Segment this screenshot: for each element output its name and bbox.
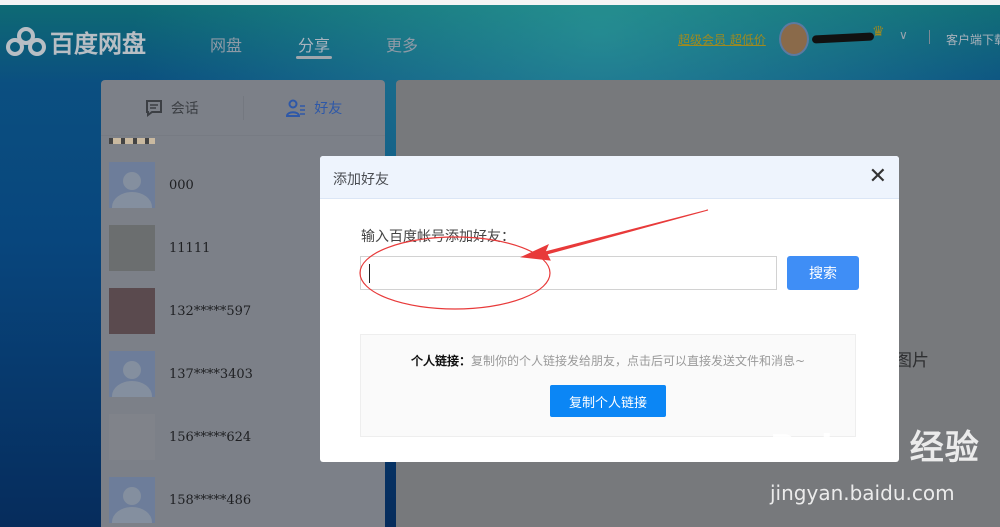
friend-item[interactable]: 000: [109, 162, 194, 208]
user-avatar[interactable]: [779, 22, 809, 56]
nav-share[interactable]: 分享: [298, 32, 330, 56]
friend-item[interactable]: 11111: [109, 225, 210, 271]
friend-name: 156*****624: [169, 429, 252, 445]
friend-item[interactable]: 158*****486: [109, 477, 251, 523]
copy-link-button[interactable]: 复制个人链接: [550, 385, 666, 417]
chevron-down-icon[interactable]: ∨: [899, 28, 908, 42]
default-avatar: [109, 351, 155, 397]
watermark-url: jingyan.baidu.com: [770, 481, 955, 505]
text-caret: [369, 264, 370, 283]
chat-icon: [145, 99, 162, 117]
baidu-jingyan-watermark: Bai du 经验: [770, 428, 980, 468]
personal-link-text: 个人链接：复制你的个人链接发给朋友，点击后可以直接发送文件和消息~: [361, 352, 855, 369]
panda-avatar: [109, 225, 155, 271]
search-button[interactable]: 搜索: [787, 256, 859, 290]
nav-more[interactable]: 更多: [386, 32, 418, 56]
add-friend-dialog: 添加好友 ✕ 输入百度帐号添加好友： 搜索 个人链接：复制你的个人链接发给朋友，…: [320, 156, 899, 462]
friend-item[interactable]: 132*****597: [109, 288, 251, 334]
partial-avatar: [109, 138, 155, 144]
link-label: 个人链接：: [410, 354, 471, 368]
tab-label: 会话: [170, 100, 199, 117]
friend-item[interactable]: 137****3403: [109, 351, 253, 397]
friend-item[interactable]: 156*****624: [109, 414, 251, 460]
logo-text: 百度网盘: [50, 30, 146, 58]
tab-label: 好友: [314, 100, 343, 117]
tab-friends[interactable]: 好友: [244, 98, 386, 118]
dialog-title: 添加好友: [333, 172, 389, 188]
divider: [929, 30, 930, 44]
friend-name: 000: [169, 177, 194, 193]
friend-name: 132*****597: [169, 303, 252, 319]
friends-icon: [286, 99, 306, 117]
tab-conversations[interactable]: 会话: [101, 98, 243, 118]
friend-name: 158*****486: [169, 492, 252, 508]
logo[interactable]: 百度网盘: [6, 24, 146, 59]
default-avatar: [109, 162, 155, 208]
content-placeholder-text: 图片: [895, 351, 929, 371]
photo-avatar: [109, 288, 155, 334]
close-icon[interactable]: ✕: [869, 164, 887, 189]
link-description: 复制你的个人链接发给朋友，点击后可以直接发送文件和消息~: [470, 354, 806, 368]
dialog-header: 添加好友 ✕: [320, 156, 899, 199]
cartoon-avatar: [109, 414, 155, 460]
sidebar-tabs: 会话 好友: [101, 80, 385, 136]
account-input-label: 输入百度帐号添加好友：: [361, 229, 515, 245]
friend-name: 11111: [169, 240, 211, 256]
friend-name: 137****3403: [169, 366, 253, 382]
account-input[interactable]: [360, 256, 777, 290]
active-nav-indicator: [296, 56, 332, 59]
crown-icon: ♛: [872, 24, 885, 40]
vip-link[interactable]: 超级会员 超低价: [678, 31, 766, 48]
baidu-cloud-logo-icon: [6, 26, 46, 56]
client-download-link[interactable]: 客户端下载: [946, 31, 1000, 48]
nav-netdisk[interactable]: 网盘: [210, 32, 242, 56]
default-avatar: [109, 477, 155, 523]
